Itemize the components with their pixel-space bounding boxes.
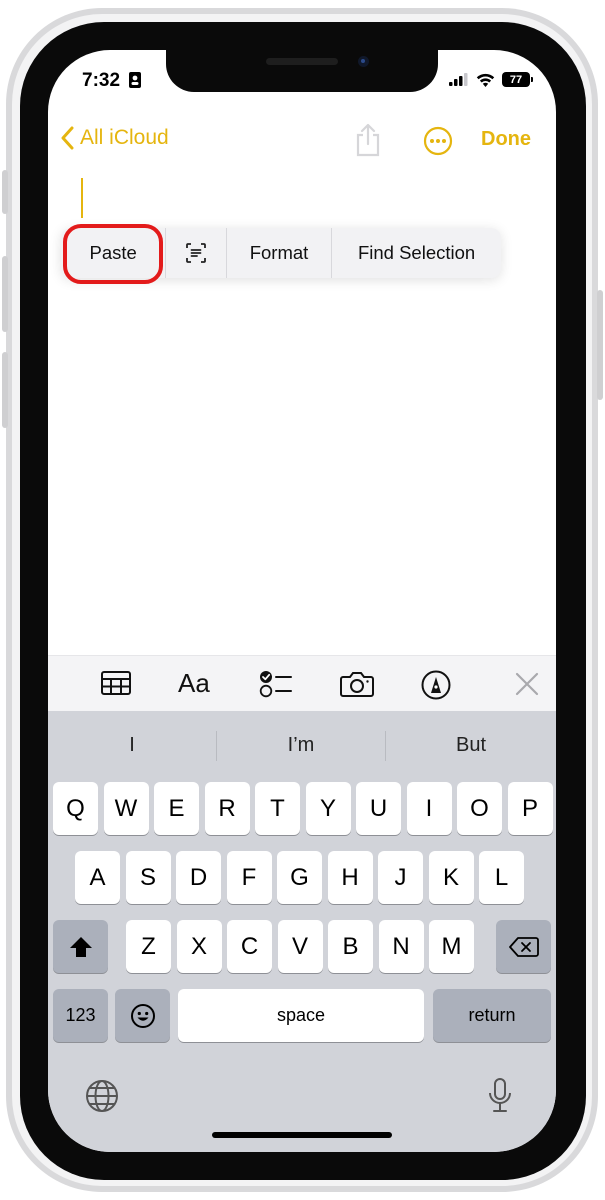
wifi-icon xyxy=(476,73,495,87)
key-s[interactable]: S xyxy=(125,851,171,904)
key-q[interactable]: Q xyxy=(53,782,98,835)
status-time-text: 7:32 xyxy=(82,70,121,91)
side-button-volume-up xyxy=(2,256,8,332)
suggestion-label: I xyxy=(129,733,135,756)
notch xyxy=(166,50,438,92)
format-label: Format xyxy=(249,242,309,263)
key-i[interactable]: I xyxy=(406,782,452,835)
key-d[interactable]: D xyxy=(176,851,221,904)
microphone-icon[interactable] xyxy=(487,1077,513,1115)
checklist-icon[interactable] xyxy=(259,669,293,699)
format-icon-label: Aa xyxy=(178,668,210,698)
shift-icon xyxy=(69,936,92,957)
suggestion-item[interactable]: I’m xyxy=(217,711,385,779)
key-k[interactable]: K xyxy=(428,851,474,904)
side-button-volume-down xyxy=(2,352,8,428)
key-x[interactable]: X xyxy=(176,920,222,973)
status-icons: 77 xyxy=(449,72,533,87)
emoji-key[interactable] xyxy=(115,989,170,1042)
paste-highlight-annotation xyxy=(63,224,163,284)
key-b[interactable]: B xyxy=(328,920,373,973)
find-selection-button[interactable]: Find Selection xyxy=(332,228,501,278)
key-t[interactable]: T xyxy=(255,782,300,835)
suggestion-item[interactable]: I xyxy=(48,711,216,779)
scan-text-icon xyxy=(186,243,206,263)
suggestion-label: But xyxy=(455,733,487,756)
front-camera xyxy=(358,56,369,67)
key-w[interactable]: W xyxy=(103,782,149,835)
key-u[interactable]: U xyxy=(356,782,401,835)
key-g[interactable]: G xyxy=(277,851,322,904)
key-n[interactable]: N xyxy=(378,920,424,973)
done-button[interactable]: Done xyxy=(481,128,531,151)
camera-icon[interactable] xyxy=(339,669,375,699)
scan-text-button[interactable] xyxy=(166,228,227,278)
delete-key[interactable] xyxy=(496,920,551,973)
key-y[interactable]: Y xyxy=(305,782,351,835)
keyboard: I I’m But Q W E R T Y U I O P A S D F G … xyxy=(48,711,556,1152)
format-button[interactable]: Format xyxy=(227,228,333,278)
key-l[interactable]: L xyxy=(479,851,524,904)
numbers-key[interactable]: 123 xyxy=(53,989,108,1042)
return-key[interactable]: return xyxy=(433,989,551,1042)
shift-key[interactable] xyxy=(53,920,108,973)
battery-level: 77 xyxy=(509,73,523,86)
key-z[interactable]: Z xyxy=(126,920,171,973)
key-a[interactable]: A xyxy=(75,851,120,904)
key-h[interactable]: H xyxy=(327,851,373,904)
key-e[interactable]: E xyxy=(154,782,199,835)
back-button-label: All iCloud xyxy=(80,126,169,149)
contact-card-icon xyxy=(129,72,142,88)
battery-icon: 77 xyxy=(502,72,533,87)
side-button-power xyxy=(597,290,603,400)
key-j[interactable]: J xyxy=(378,851,423,904)
delete-icon xyxy=(508,936,539,957)
suggestion-item[interactable]: But xyxy=(386,711,556,779)
find-selection-label: Find Selection xyxy=(357,242,476,263)
close-icon[interactable] xyxy=(515,672,539,696)
format-icon[interactable]: Aa xyxy=(178,668,210,699)
key-v[interactable]: V xyxy=(277,920,323,973)
back-button[interactable]: All iCloud xyxy=(60,126,169,150)
table-icon[interactable] xyxy=(100,669,132,697)
key-p[interactable]: P xyxy=(507,782,553,835)
status-time: 7:32 xyxy=(82,70,142,92)
chevron-left-icon xyxy=(61,126,74,150)
suggestion-bar: I I’m But xyxy=(48,711,556,779)
key-m[interactable]: M xyxy=(429,920,474,973)
key-f[interactable]: F xyxy=(226,851,272,904)
key-c[interactable]: C xyxy=(227,920,272,973)
speaker xyxy=(266,58,338,65)
key-r[interactable]: R xyxy=(204,782,250,835)
more-icon[interactable] xyxy=(423,126,453,156)
cellular-signal-icon xyxy=(449,73,468,86)
screen: 7:32 77 All iCloud Done Paste Format Fin… xyxy=(48,50,556,1152)
space-key[interactable]: space xyxy=(178,989,424,1042)
home-indicator[interactable] xyxy=(212,1132,392,1138)
emoji-icon xyxy=(130,1003,155,1028)
share-icon[interactable] xyxy=(354,122,382,158)
globe-icon[interactable] xyxy=(85,1079,119,1113)
key-o[interactable]: O xyxy=(457,782,502,835)
side-button-silent xyxy=(2,170,8,214)
markup-icon[interactable] xyxy=(420,669,452,701)
formatting-toolbar: Aa xyxy=(48,655,556,712)
suggestion-label: I’m xyxy=(287,733,315,756)
